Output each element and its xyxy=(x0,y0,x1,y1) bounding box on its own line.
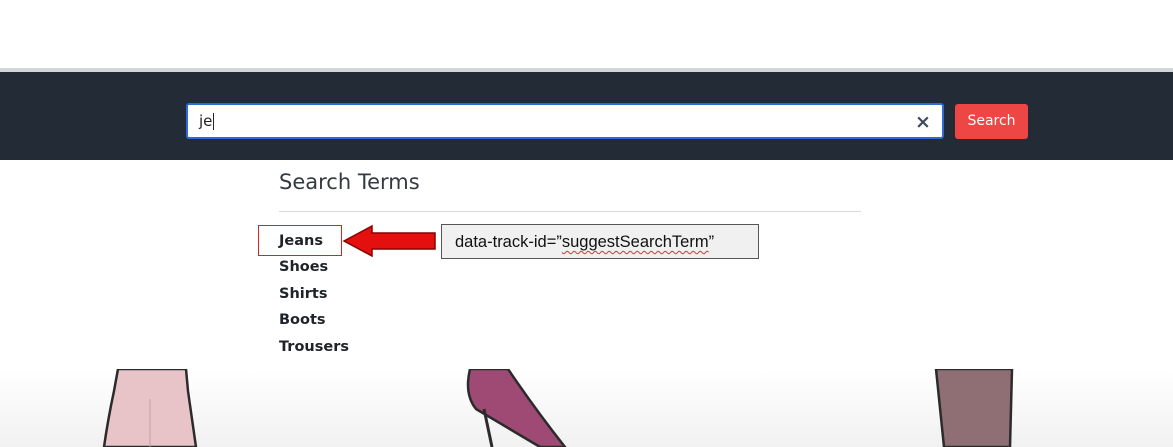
annotation-callout: data-track-id=”suggestSearchTerm” xyxy=(441,224,759,259)
suggestion-term-shirts[interactable]: Shirts xyxy=(279,285,327,303)
callout-suffix: ” xyxy=(708,233,715,251)
annotation-arrow-icon xyxy=(342,224,436,258)
annotation-highlight-box xyxy=(258,225,342,256)
search-suggestions-dropdown xyxy=(0,160,1173,369)
suggestion-term-trousers[interactable]: Trousers xyxy=(279,338,349,356)
suggestion-term-boots[interactable]: Boots xyxy=(279,311,326,329)
search-button[interactable]: Search xyxy=(955,104,1028,139)
trousers-illustration xyxy=(934,369,1014,447)
callout-prefix: data-track-id=” xyxy=(455,233,562,251)
background-product-art xyxy=(0,369,1173,447)
search-input-value: je xyxy=(199,112,215,130)
background-illustration xyxy=(102,369,1014,447)
page-top-area xyxy=(0,0,1173,68)
suggestions-divider xyxy=(279,211,861,212)
heel-shoe-illustration xyxy=(466,369,567,447)
suggestion-term-shoes[interactable]: Shoes xyxy=(279,258,328,276)
close-icon[interactable]: × xyxy=(912,111,934,133)
suggestions-title: Search Terms xyxy=(279,170,420,194)
search-input[interactable]: je × xyxy=(186,103,944,139)
callout-value: suggestSearchTerm xyxy=(561,233,709,251)
text-caret xyxy=(213,113,215,130)
